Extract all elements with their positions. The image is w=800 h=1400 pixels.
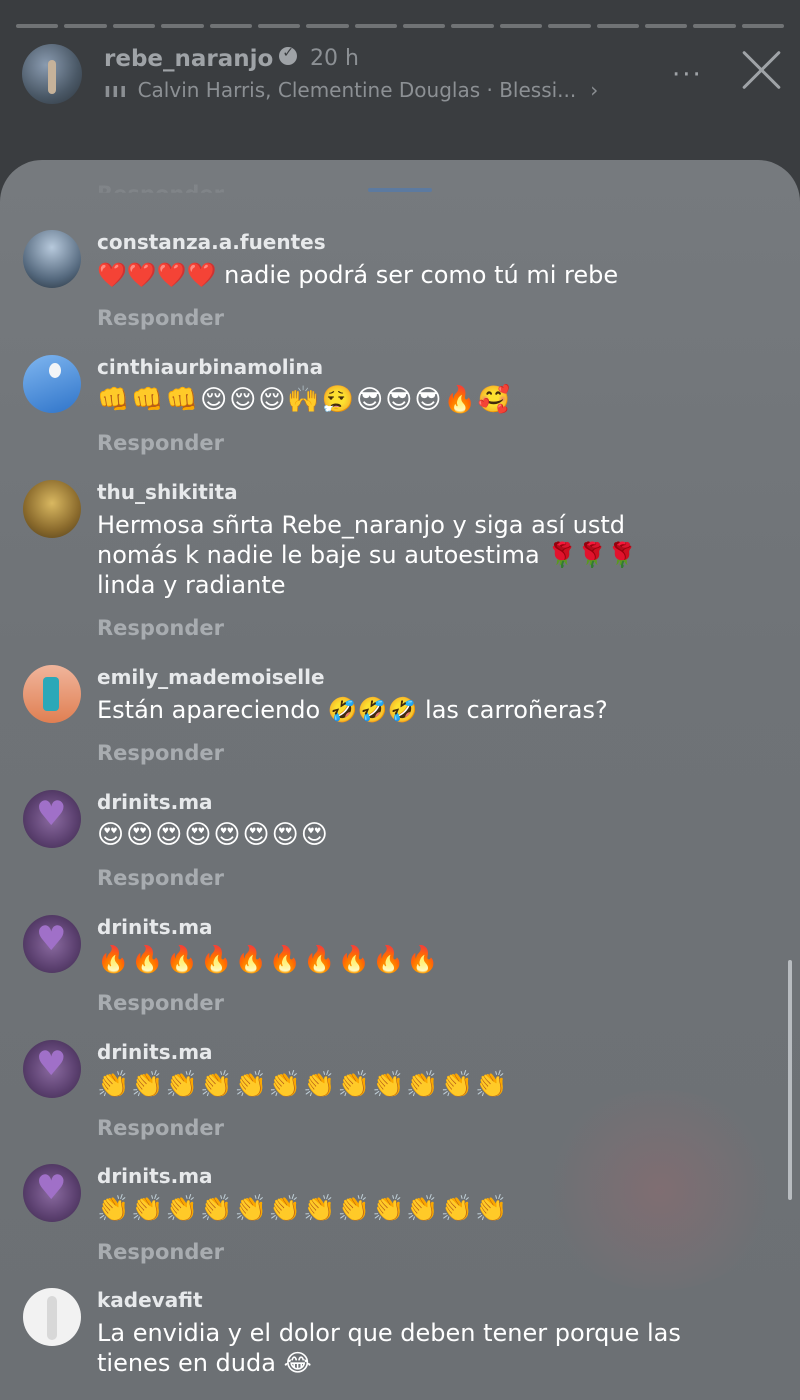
comment-username[interactable]: kadevafit xyxy=(97,1288,203,1312)
comment-text: ❤️❤️❤️❤️ nadie podrá ser como tú mi rebe xyxy=(97,261,619,289)
comment-text: Están apareciendo 🤣🤣🤣 las carroñeras? xyxy=(97,696,608,724)
avatar[interactable] xyxy=(23,1164,81,1222)
background-glow xyxy=(540,1090,780,1290)
comment-text: 👏👏👏👏👏👏👏👏👏👏👏👏 xyxy=(97,1070,510,1100)
story-music[interactable]: ııı Calvin Harris, Clementine Douglas · B… xyxy=(104,78,598,102)
comment-text: 🔥🔥🔥🔥🔥🔥🔥🔥🔥🔥 xyxy=(97,945,441,975)
comment-text: 😍😍😍😍😍😍😍😍 xyxy=(97,820,330,850)
comments-sheet: Responder constanza.a.fuentes ❤️❤️❤️❤️ n… xyxy=(0,160,800,1400)
comment-username[interactable]: emily_mademoiselle xyxy=(97,665,325,689)
avatar[interactable] xyxy=(23,1040,81,1098)
close-icon[interactable] xyxy=(740,48,784,92)
chevron-right-icon[interactable]: › xyxy=(590,78,598,102)
avatar[interactable] xyxy=(23,915,81,973)
comment-username[interactable]: cinthiaurbinamolina xyxy=(97,355,323,379)
story-username-text[interactable]: rebe_naranjo xyxy=(104,46,273,72)
avatar[interactable] xyxy=(23,1288,81,1346)
verified-icon xyxy=(279,45,298,65)
reply-button[interactable]: Responder xyxy=(97,1116,224,1140)
more-button[interactable]: ··· xyxy=(672,60,703,90)
reply-button[interactable]: Responder xyxy=(97,306,224,330)
music-label[interactable]: Calvin Harris, Clementine Douglas · Bles… xyxy=(138,78,577,102)
comment-username[interactable]: drinits.ma xyxy=(97,1040,213,1064)
reply-button[interactable]: Responder xyxy=(97,431,224,455)
avatar[interactable] xyxy=(23,480,81,538)
avatar[interactable] xyxy=(23,230,81,288)
avatar[interactable] xyxy=(23,790,81,848)
reply-button[interactable]: Responder xyxy=(97,1240,224,1264)
comment-username[interactable]: constanza.a.fuentes xyxy=(97,230,326,254)
comment-text: La envidia y el dolor que deben tener po… xyxy=(97,1319,681,1377)
avatar[interactable] xyxy=(23,665,81,723)
comment-username[interactable]: drinits.ma xyxy=(97,1164,213,1188)
comment-text: Hermosa sñrta Rebe_naranjo y siga así us… xyxy=(97,511,637,599)
story-progress-bars xyxy=(16,24,784,28)
story-avatar[interactable] xyxy=(22,44,82,104)
sheet-drag-handle[interactable] xyxy=(368,188,432,192)
reply-button[interactable]: Responder xyxy=(97,741,224,765)
bars-icon: ııı xyxy=(104,78,128,102)
comment-username[interactable]: thu_shikitita xyxy=(97,480,238,504)
story-time: 20 h xyxy=(310,46,359,71)
avatar[interactable] xyxy=(23,355,81,413)
story-header: rebe_naranjo 20 h ııı Calvin Harris, Clem… xyxy=(0,38,800,118)
story-username[interactable]: rebe_naranjo xyxy=(104,45,298,72)
comment-text: 👊👊👊😌😌😌🙌😮‍💨😎😎😎🔥🥰 xyxy=(97,385,513,415)
comment-username[interactable]: drinits.ma xyxy=(97,790,213,814)
reply-button[interactable]: Responder xyxy=(97,991,224,1015)
comment-username[interactable]: drinits.ma xyxy=(97,915,213,939)
reply-button[interactable]: Responder xyxy=(97,866,224,890)
scrollbar[interactable] xyxy=(788,960,792,1200)
comment-text: 👏👏👏👏👏👏👏👏👏👏👏👏 xyxy=(97,1194,510,1224)
previous-reply-link[interactable]: Responder xyxy=(97,182,224,193)
reply-button[interactable]: Responder xyxy=(97,616,224,640)
